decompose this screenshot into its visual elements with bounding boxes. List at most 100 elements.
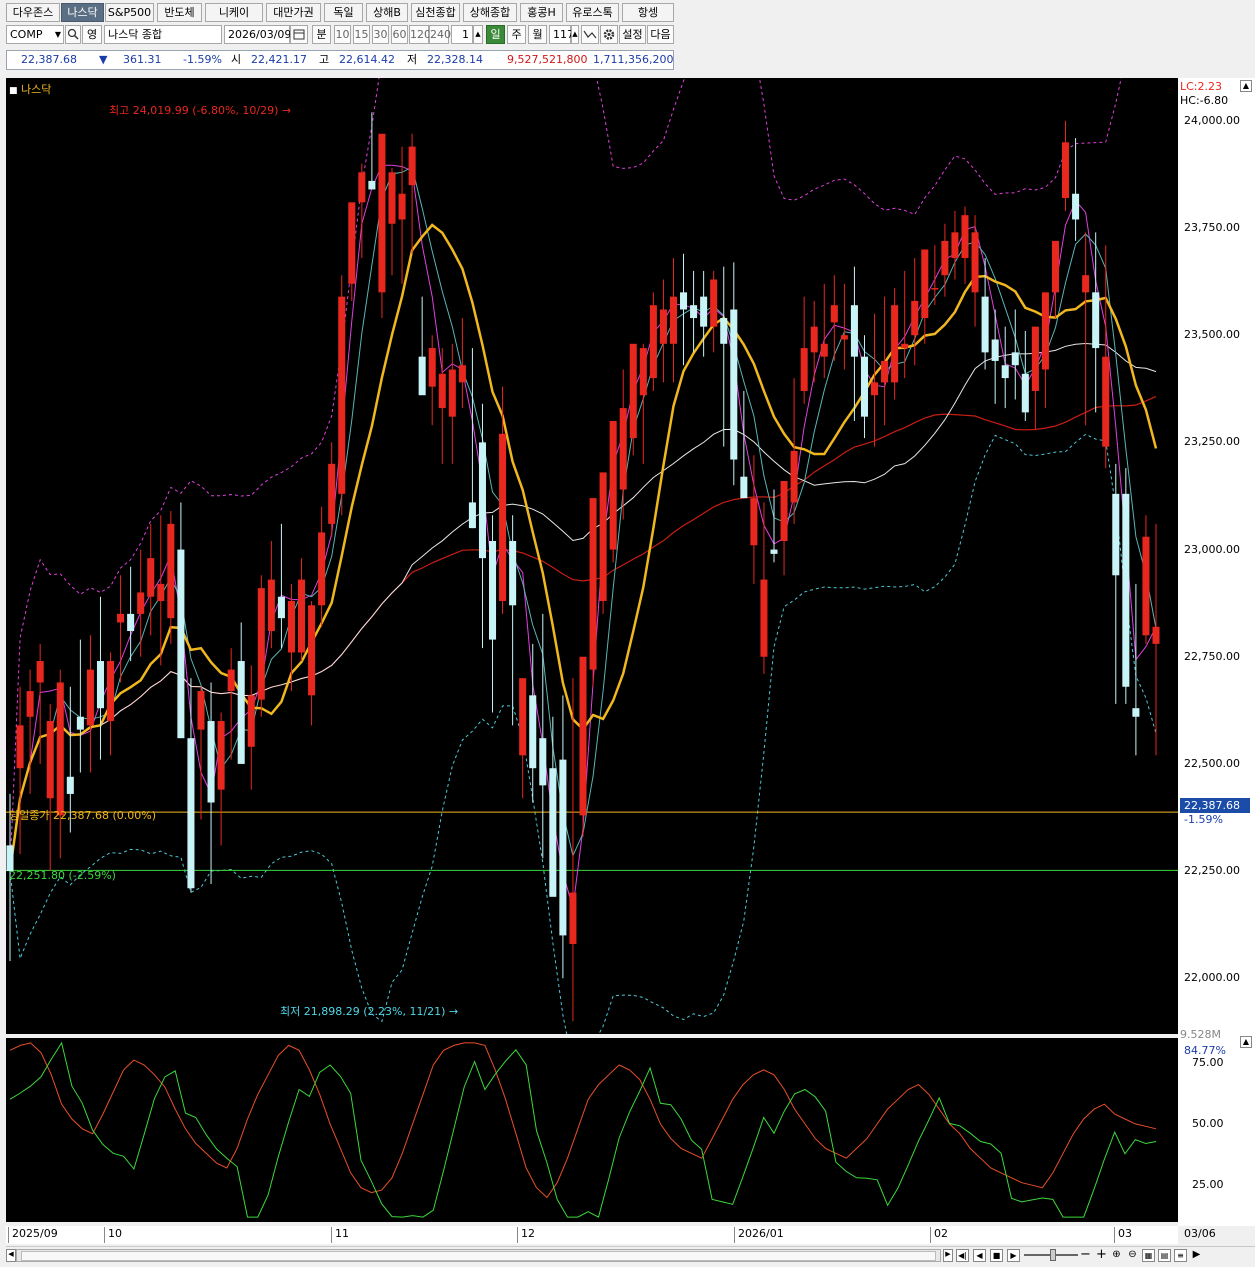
interval-15[interactable]: 15 (353, 25, 370, 44)
candle (770, 489, 778, 563)
zoom-slider[interactable] (1024, 1249, 1078, 1261)
candle-body (1041, 292, 1049, 370)
scroll-track[interactable] (16, 1249, 941, 1262)
zoom-in-icon[interactable]: + (1096, 1247, 1107, 1262)
next-button[interactable]: 다음 (647, 25, 674, 44)
gear-icon[interactable] (600, 25, 618, 44)
tab-sp500[interactable]: S&P500 (105, 3, 154, 22)
first-bar-icon[interactable]: ◀| (956, 1249, 969, 1262)
candle (257, 575, 265, 717)
zoom-out-icon[interactable]: − (1080, 1247, 1091, 1262)
open-label: 시 (231, 53, 242, 66)
candle-body (619, 408, 627, 490)
instrument-name-field[interactable]: 나스닥 종합 (104, 25, 222, 44)
candle-body (287, 601, 295, 653)
settings-button[interactable]: 설정 (619, 25, 646, 44)
tab-shanghai-composite[interactable]: 상해종합 (463, 3, 517, 22)
open-value: 22,421.17 (251, 53, 307, 66)
prev-bar-icon[interactable]: ◀ (973, 1249, 986, 1262)
interval-10[interactable]: 10 (334, 25, 351, 44)
tab-hongkong-h[interactable]: 홍콩H (520, 3, 563, 22)
candle (559, 695, 567, 979)
calendar-icon[interactable] (290, 25, 308, 44)
candle-body (659, 309, 667, 344)
high-marker-label: 최고 24,019.99 (-6.80%, 10/29) → (109, 102, 291, 118)
candle (730, 262, 738, 486)
play-icon[interactable]: ▶ (1007, 1249, 1020, 1262)
layout-icon[interactable]: ▤ (1158, 1249, 1171, 1262)
candle (911, 258, 919, 366)
day-button[interactable]: 일 (486, 25, 505, 44)
tab-semiconductor[interactable]: 반도체 (157, 3, 202, 22)
draw-tool-icon[interactable] (581, 25, 599, 44)
candle (1011, 309, 1019, 400)
date-field[interactable]: 2026/03/09 (224, 25, 291, 44)
count-stepper[interactable]: ▲ (473, 25, 483, 44)
price-change-pct: -1.59% (183, 53, 222, 66)
interval-30[interactable]: 30 (372, 25, 389, 44)
tab-shanghai-b[interactable]: 상해B (366, 3, 408, 22)
interval-60[interactable]: 60 (391, 25, 408, 44)
interval-240[interactable]: 240 (429, 25, 451, 44)
week-button[interactable]: 주 (507, 25, 526, 44)
zoom-reset-icon[interactable]: ⊖ (1126, 1249, 1139, 1262)
tab-dow[interactable]: 다우존스 (6, 3, 60, 22)
oscillator-panel[interactable] (6, 1038, 1178, 1222)
tab-nasdaq[interactable]: 나스닥 (61, 3, 104, 22)
stop-icon[interactable]: ■ (990, 1249, 1003, 1262)
candle-body (669, 296, 677, 344)
candle (1132, 583, 1140, 756)
zoom-slider-handle[interactable] (1050, 1249, 1056, 1261)
candle (669, 258, 677, 383)
price-chart-panel[interactable]: ■ 나스닥 최고 24,019.99 (-6.80%, 10/29) → 최저 … (6, 78, 1178, 1034)
candle (489, 515, 497, 713)
candle-body (499, 433, 507, 602)
scroll-thumb[interactable] (21, 1251, 936, 1261)
candle-body (368, 180, 376, 190)
candle-body (509, 540, 517, 606)
grid-icon[interactable]: ▦ (1142, 1249, 1155, 1262)
tab-hangseng[interactable]: 항셍 (622, 3, 674, 22)
bars-stepper[interactable]: ▲ (571, 25, 579, 44)
interval-120[interactable]: 120 (409, 25, 431, 44)
candle-body (197, 691, 205, 730)
tab-shenzhen[interactable]: 심천종합 (411, 3, 460, 22)
candle (418, 296, 426, 396)
panel-scroll-icon[interactable]: ▲ (1240, 80, 1252, 92)
list-icon[interactable]: ≡ (1174, 1249, 1187, 1262)
candle-body (1132, 708, 1140, 717)
candle (790, 378, 798, 524)
candle-body (26, 691, 34, 717)
count-field[interactable]: 1 (451, 25, 473, 44)
symbol-select[interactable]: COMP ▼ (6, 25, 64, 44)
candle (197, 686, 205, 820)
chart-scrollbar[interactable]: ◀ ▶ ◀| ◀ ■ ▶ − + ⊕ ⊖ ▦ ▤ ≡ ▶ (6, 1246, 1255, 1264)
candle-body (1001, 365, 1009, 379)
month-button[interactable]: 월 (528, 25, 547, 44)
language-toggle[interactable]: 영 (82, 25, 102, 44)
minute-button[interactable]: 분 (312, 25, 331, 44)
tab-nikkei[interactable]: 니케이 (205, 3, 263, 22)
arrow-right-icon: → (281, 104, 292, 117)
candle-body (1072, 193, 1080, 220)
scroll-right-icon[interactable]: ▶ (943, 1249, 953, 1262)
candle-body (257, 588, 265, 700)
search-icon[interactable] (65, 25, 81, 44)
scroll-end-icon[interactable]: ▶ (1190, 1249, 1203, 1262)
candle (549, 716, 557, 897)
panel-maximize-icon[interactable]: ▲ (1240, 1036, 1252, 1048)
candle-body (961, 215, 969, 259)
candle-body (1102, 356, 1110, 447)
y-tick-label: 22,000.00 (1184, 971, 1240, 985)
bars-count-field[interactable]: 117 (549, 25, 574, 44)
candle-body (730, 309, 738, 460)
tab-taiwan[interactable]: 대만가권 (266, 3, 321, 22)
zoom-fit-icon[interactable]: ⊕ (1110, 1249, 1123, 1262)
scroll-left-icon[interactable]: ◀ (6, 1249, 16, 1262)
tab-germany[interactable]: 독일 (324, 3, 363, 22)
last-price: 22,387.68 (21, 53, 77, 66)
tab-eurostoxx[interactable]: 유로스톡 (566, 3, 619, 22)
candle-body (1142, 536, 1150, 636)
candle (1082, 232, 1090, 426)
candle (16, 686, 24, 854)
